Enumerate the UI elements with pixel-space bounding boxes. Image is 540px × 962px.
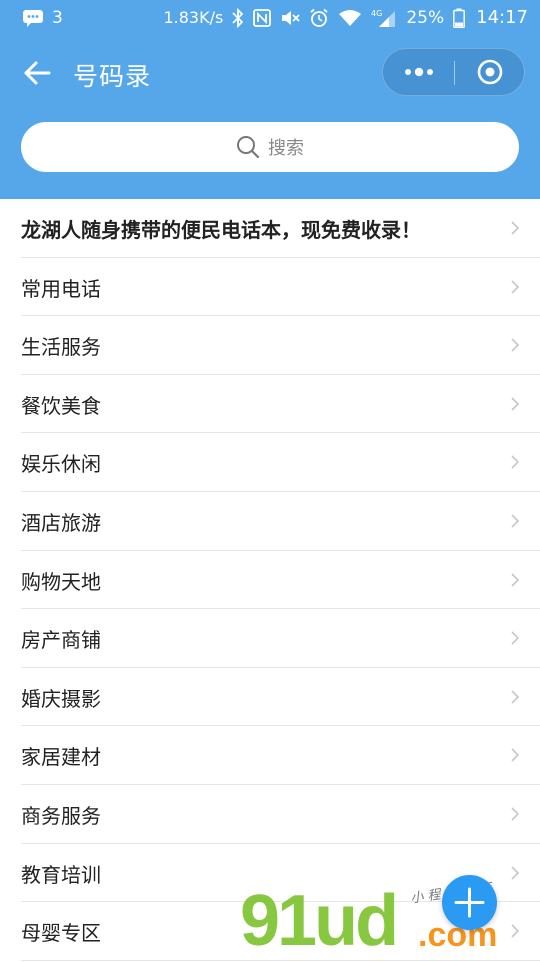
message-icon — [22, 9, 44, 27]
status-bar: 3 1.83K/s 4G 25% 14:17 — [0, 0, 540, 38]
chevron-right-icon — [511, 690, 520, 704]
chevron-right-icon — [511, 221, 520, 235]
svg-text:4G: 4G — [371, 9, 382, 18]
chevron-right-icon — [511, 338, 520, 352]
notification-count: 3 — [52, 8, 63, 28]
chevron-right-icon — [511, 280, 520, 294]
more-dots-icon — [405, 67, 433, 77]
list-item-life-services[interactable]: 生活服务 — [21, 316, 540, 375]
chevron-right-icon — [511, 924, 520, 938]
battery-percent: 25% — [406, 7, 445, 28]
list-item-wedding-photo[interactable]: 婚庆摄影 — [21, 668, 540, 727]
battery-icon — [453, 8, 466, 28]
list-item-business-services[interactable]: 商务服务 — [21, 785, 540, 844]
list-item-real-estate[interactable]: 房产商铺 — [21, 609, 540, 668]
back-button[interactable] — [22, 58, 52, 88]
category-list: 龙湖人随身携带的便民电话本，现免费收录！ 常用电话 生活服务 餐饮美食 娱乐休闲… — [0, 199, 540, 961]
nav-bar: 号码录 — [0, 44, 540, 102]
bluetooth-icon — [232, 7, 244, 28]
search-icon — [237, 136, 260, 159]
list-item-label: 母婴专区 — [21, 921, 101, 946]
chevron-right-icon — [511, 865, 520, 880]
search-placeholder-group: 搜索 — [236, 134, 304, 160]
list-item-label: 龙湖人随身携带的便民电话本，现免费收录！ — [21, 218, 421, 242]
clock: 14:17 — [476, 7, 528, 28]
chevron-right-icon — [511, 397, 520, 411]
add-button[interactable] — [442, 875, 497, 930]
chevron-right-icon — [511, 455, 520, 469]
list-item-label: 房产商铺 — [21, 628, 101, 653]
status-right: 1.83K/s 4G 25% 14:17 — [163, 7, 528, 28]
status-left: 3 — [22, 8, 63, 28]
list-item-label: 家居建材 — [21, 745, 101, 770]
cellular-signal-icon: 4G — [371, 8, 397, 28]
list-item-label: 常用电话 — [21, 276, 101, 301]
mini-program-capsule — [382, 48, 525, 96]
list-item-common-phones[interactable]: 常用电话 — [21, 258, 540, 317]
list-item-label: 酒店旅游 — [21, 510, 101, 535]
chevron-right-icon — [511, 572, 520, 587]
list-item-label: 餐饮美食 — [21, 393, 101, 418]
list-item-home-building[interactable]: 家居建材 — [21, 726, 540, 785]
list-item-entertainment[interactable]: 娱乐休闲 — [21, 433, 540, 492]
target-circle-icon — [477, 59, 503, 85]
nfc-icon — [253, 8, 272, 27]
alarm-icon — [309, 8, 329, 28]
search-input[interactable]: 搜索 — [21, 122, 519, 172]
mute-icon — [280, 9, 300, 27]
list-item-label: 商务服务 — [21, 803, 101, 828]
list-item-hotels-travel[interactable]: 酒店旅游 — [21, 492, 540, 551]
list-item-shopping[interactable]: 购物天地 — [21, 551, 540, 610]
app-header: 3 1.83K/s 4G 25% 14:17 号码录 搜索 — [0, 0, 540, 199]
more-button[interactable] — [383, 49, 454, 95]
list-item-label: 娱乐休闲 — [21, 452, 101, 477]
list-item-label: 购物天地 — [21, 569, 101, 594]
search-placeholder: 搜索 — [268, 138, 304, 159]
close-button[interactable] — [455, 49, 525, 95]
chevron-right-icon — [511, 807, 520, 821]
network-speed: 1.83K/s — [163, 8, 224, 27]
chevron-right-icon — [511, 514, 520, 528]
arrow-left-icon — [24, 61, 51, 85]
chevron-right-icon — [511, 748, 520, 762]
list-item-label: 教育培训 — [21, 862, 101, 887]
chevron-right-icon — [511, 631, 520, 645]
plus-icon — [454, 887, 485, 918]
page-title: 号码录 — [73, 62, 152, 91]
list-item-dining[interactable]: 餐饮美食 — [21, 375, 540, 434]
list-item-label: 生活服务 — [21, 335, 101, 360]
wifi-icon — [338, 9, 362, 27]
list-item-intro-banner[interactable]: 龙湖人随身携带的便民电话本，现免费收录！ — [21, 199, 540, 258]
list-item-label: 婚庆摄影 — [21, 686, 101, 711]
